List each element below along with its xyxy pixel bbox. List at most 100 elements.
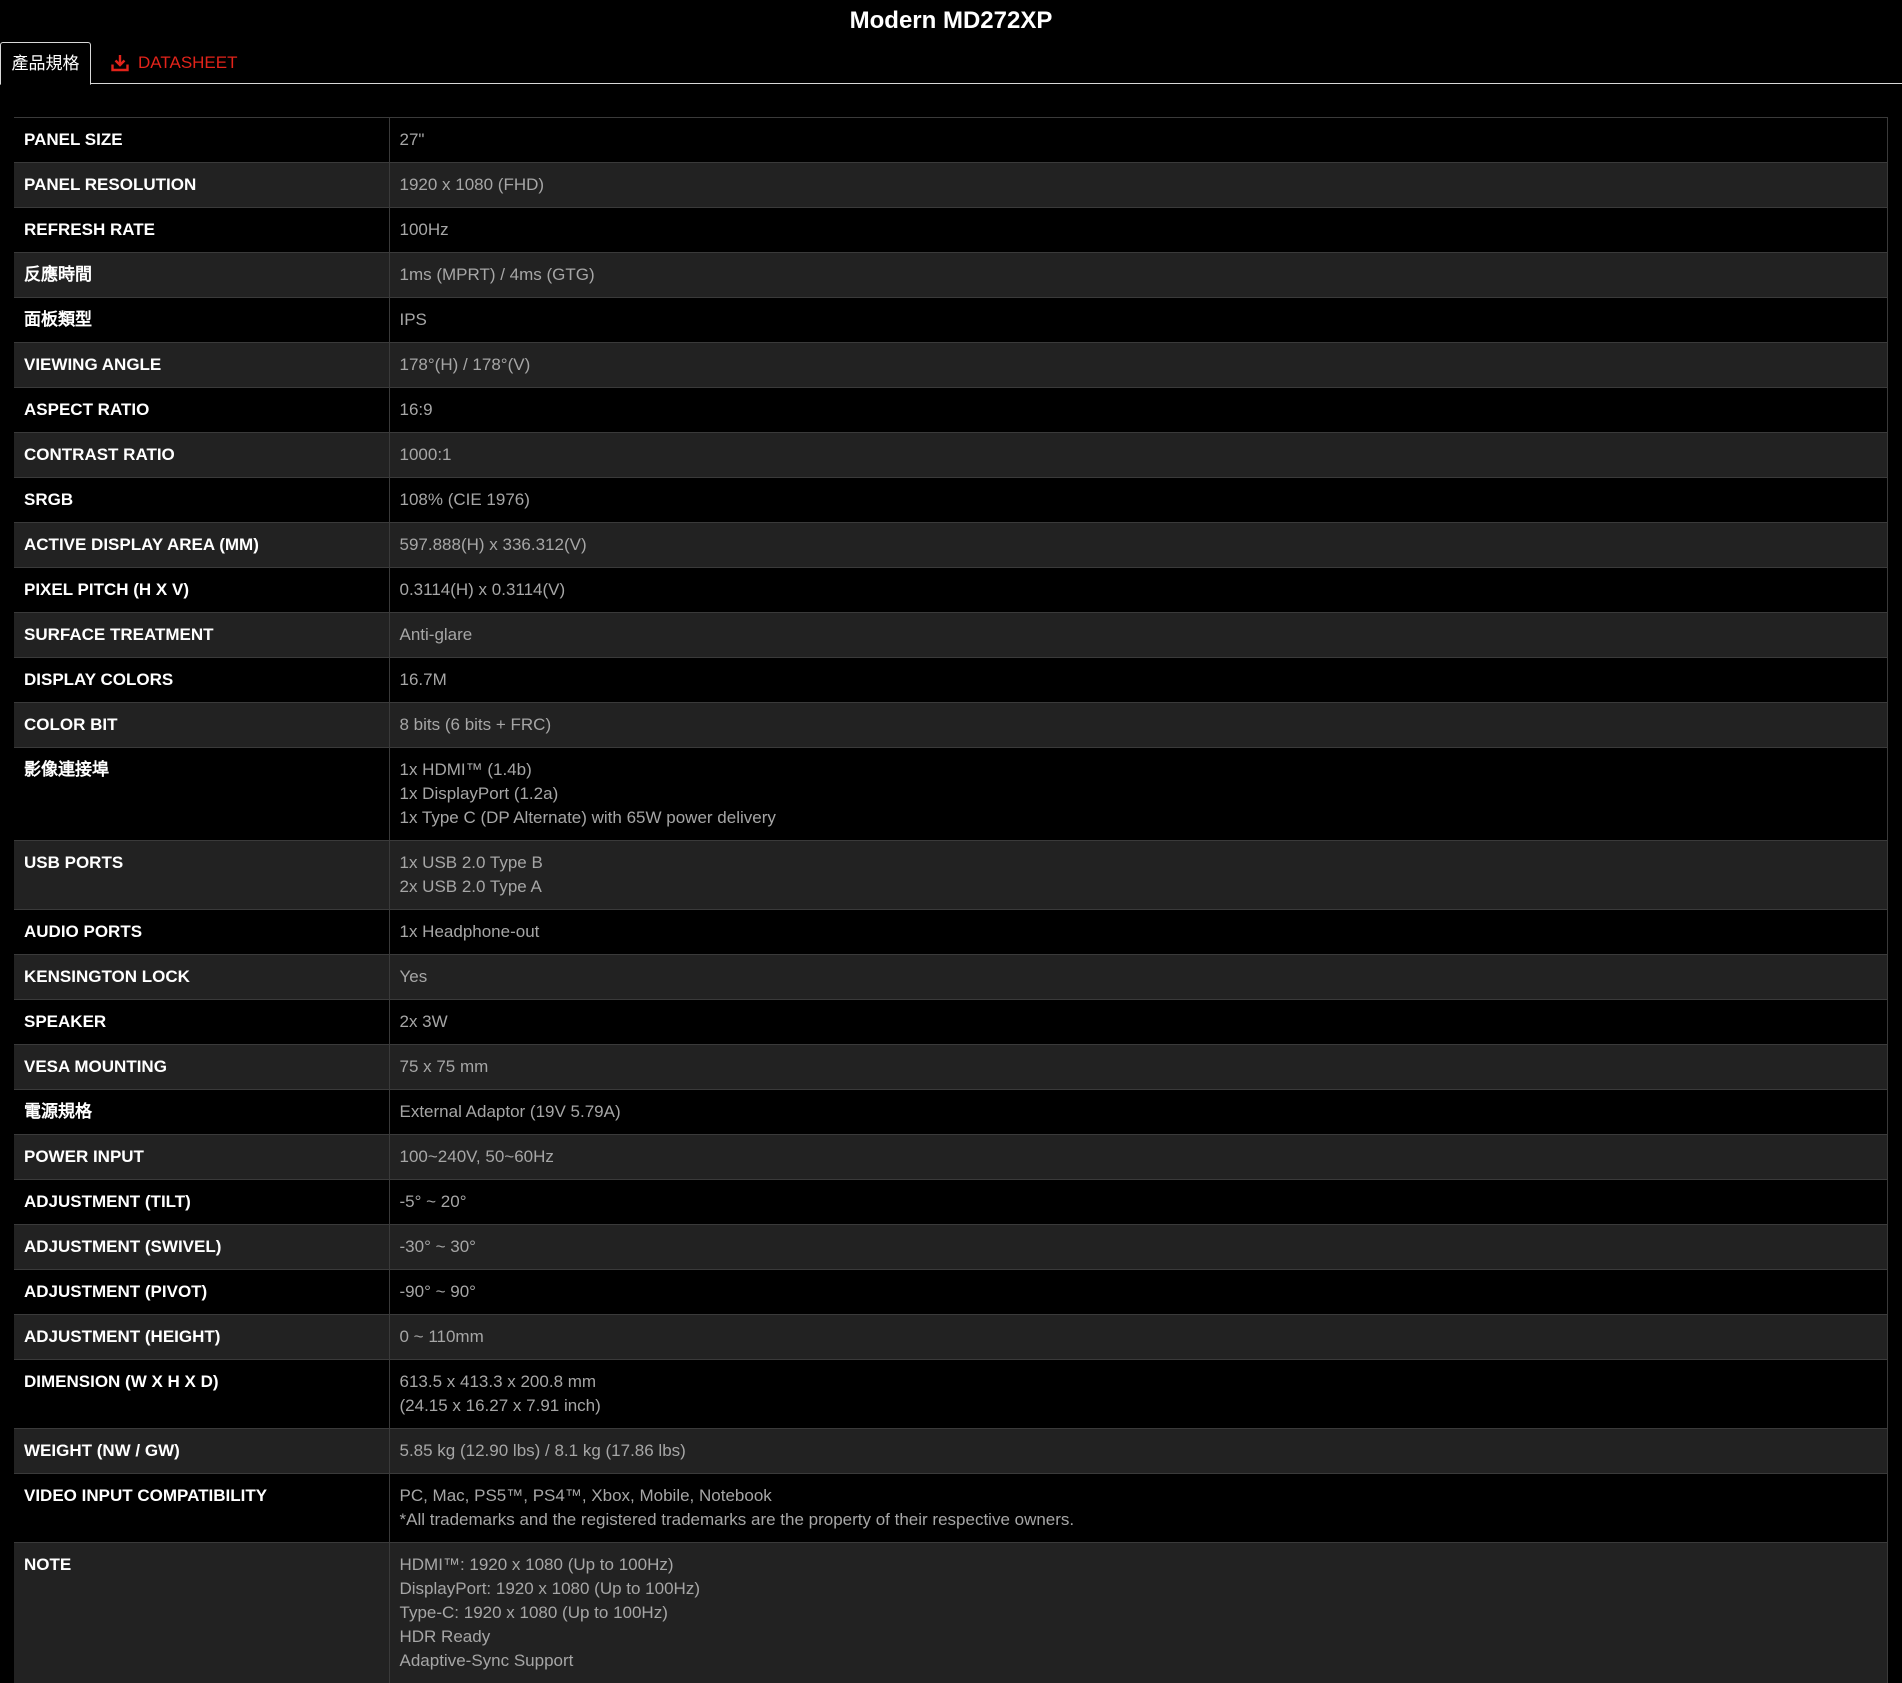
spec-row: POWER INPUT100~240V, 50~60Hz	[14, 1135, 1888, 1180]
spec-value-line: 8 bits (6 bits + FRC)	[400, 713, 1878, 737]
spec-value-line: 597.888(H) x 336.312(V)	[400, 533, 1878, 557]
spec-value-line: 1x Headphone-out	[400, 920, 1878, 944]
spec-label: COLOR BIT	[14, 703, 389, 748]
spec-label: ADJUSTMENT (HEIGHT)	[14, 1315, 389, 1360]
spec-row: USB PORTS1x USB 2.0 Type B2x USB 2.0 Typ…	[14, 841, 1888, 910]
spec-label: VIEWING ANGLE	[14, 343, 389, 388]
spec-value-line: Yes	[400, 965, 1878, 989]
spec-row: KENSINGTON LOCK Yes	[14, 955, 1888, 1000]
tab-datasheet-label: DATASHEET	[138, 42, 238, 84]
spec-row: VESA MOUNTING75 x 75 mm	[14, 1045, 1888, 1090]
spec-row: NOTEHDMI™: 1920 x 1080 (Up to 100Hz)Disp…	[14, 1543, 1888, 1683]
spec-row: SURFACE TREATMENT Anti-glare	[14, 613, 1888, 658]
spec-value-line: 100Hz	[400, 218, 1878, 242]
page-title: Modern MD272XP	[0, 6, 1902, 36]
spec-label: AUDIO PORTS	[14, 910, 389, 955]
spec-label: PANEL SIZE	[14, 118, 389, 163]
spec-label: VESA MOUNTING	[14, 1045, 389, 1090]
spec-label: ACTIVE DISPLAY AREA (MM)	[14, 523, 389, 568]
spec-label: NOTE	[14, 1543, 389, 1683]
spec-row: COLOR BIT 8 bits (6 bits + FRC)	[14, 703, 1888, 748]
spec-value-line: 0.3114(H) x 0.3114(V)	[400, 578, 1878, 602]
spec-label: ADJUSTMENT (SWIVEL)	[14, 1225, 389, 1270]
spec-value-line: External Adaptor (19V 5.79A)	[400, 1100, 1878, 1124]
spec-value: 0.3114(H) x 0.3114(V)	[389, 568, 1888, 613]
spec-row: WEIGHT (NW / GW)5.85 kg (12.90 lbs) / 8.…	[14, 1429, 1888, 1474]
spec-value-line: HDMI™: 1920 x 1080 (Up to 100Hz)	[400, 1553, 1878, 1577]
spec-label: ADJUSTMENT (PIVOT)	[14, 1270, 389, 1315]
spec-value: 178°(H) / 178°(V)	[389, 343, 1888, 388]
spec-value-line: Adaptive-Sync Support	[400, 1649, 1878, 1673]
spec-value: 108% (CIE 1976)	[389, 478, 1888, 523]
spec-value-line: -90° ~ 90°	[400, 1280, 1878, 1304]
spec-value: 0 ~ 110mm	[389, 1315, 1888, 1360]
spec-value-line: 16:9	[400, 398, 1878, 422]
spec-label: ASPECT RATIO	[14, 388, 389, 433]
spec-value-line: 1x Type C (DP Alternate) with 65W power …	[400, 806, 1878, 830]
spec-row: ADJUSTMENT (SWIVEL) -30° ~ 30°	[14, 1225, 1888, 1270]
spec-label: ADJUSTMENT (TILT)	[14, 1180, 389, 1225]
spec-label: WEIGHT (NW / GW)	[14, 1429, 389, 1474]
spec-row: 反應時間1ms (MPRT) / 4ms (GTG)	[14, 253, 1888, 298]
spec-value-line: 1ms (MPRT) / 4ms (GTG)	[400, 263, 1878, 287]
spec-label: PANEL RESOLUTION	[14, 163, 389, 208]
spec-label: POWER INPUT	[14, 1135, 389, 1180]
spec-table: PANEL SIZE 27" PANEL RESOLUTION 1920 x 1080…	[14, 117, 1888, 1683]
spec-row: AUDIO PORTS 1x Headphone-out	[14, 910, 1888, 955]
spec-value-line: 1x DisplayPort (1.2a)	[400, 782, 1878, 806]
spec-label: KENSINGTON LOCK	[14, 955, 389, 1000]
spec-value-line: -5° ~ 20°	[400, 1190, 1878, 1214]
spec-row: ADJUSTMENT (PIVOT) -90° ~ 90°	[14, 1270, 1888, 1315]
spec-row: DISPLAY COLORS 16.7M	[14, 658, 1888, 703]
spec-row: ADJUSTMENT (HEIGHT)0 ~ 110mm	[14, 1315, 1888, 1360]
spec-value-line: 2x USB 2.0 Type A	[400, 875, 1878, 899]
spec-value-line: 1920 x 1080 (FHD)	[400, 173, 1878, 197]
spec-row: 影像連接埠1x HDMI™ (1.4b)1x DisplayPort (1.2a…	[14, 748, 1888, 841]
spec-value: 1ms (MPRT) / 4ms (GTG)	[389, 253, 1888, 298]
spec-row: ASPECT RATIO 16:9	[14, 388, 1888, 433]
download-icon	[110, 53, 130, 73]
spec-value: 5.85 kg (12.90 lbs) / 8.1 kg (17.86 lbs)	[389, 1429, 1888, 1474]
spec-label: DISPLAY COLORS	[14, 658, 389, 703]
spec-row: PANEL RESOLUTION 1920 x 1080 (FHD)	[14, 163, 1888, 208]
spec-value-line: 16.7M	[400, 668, 1878, 692]
tab-specifications[interactable]: 產品規格	[0, 42, 91, 85]
spec-label: PIXEL PITCH (H X V)	[14, 568, 389, 613]
spec-row: ACTIVE DISPLAY AREA (MM) 597.888(H) x 336…	[14, 523, 1888, 568]
spec-value: -5° ~ 20°	[389, 1180, 1888, 1225]
spec-value: External Adaptor (19V 5.79A)	[389, 1090, 1888, 1135]
spec-value-line: -30° ~ 30°	[400, 1235, 1878, 1259]
spec-value-line: 27"	[400, 128, 1878, 152]
spec-value: IPS	[389, 298, 1888, 343]
spec-row: REFRESH RATE 100Hz	[14, 208, 1888, 253]
tab-datasheet[interactable]: DATASHEET	[110, 42, 240, 84]
spec-label: REFRESH RATE	[14, 208, 389, 253]
spec-value: -90° ~ 90°	[389, 1270, 1888, 1315]
spec-label: CONTRAST RATIO	[14, 433, 389, 478]
spec-value-line: Anti-glare	[400, 623, 1878, 647]
spec-value-line: IPS	[400, 308, 1878, 332]
spec-label: SURFACE TREATMENT	[14, 613, 389, 658]
spec-row: CONTRAST RATIO 1000:1	[14, 433, 1888, 478]
spec-row: 電源規格External Adaptor (19V 5.79A)	[14, 1090, 1888, 1135]
spec-row: SRGB108% (CIE 1976)	[14, 478, 1888, 523]
tab-bar: 產品規格 DATASHEET	[0, 42, 1902, 84]
spec-value-line: 108% (CIE 1976)	[400, 488, 1878, 512]
spec-row: PIXEL PITCH (H X V) 0.3114(H) x 0.3114(V)	[14, 568, 1888, 613]
spec-value: Anti-glare	[389, 613, 1888, 658]
spec-value: 613.5 x 413.3 x 200.8 mm(24.15 x 16.27 x…	[389, 1360, 1888, 1429]
spec-value-line: 1000:1	[400, 443, 1878, 467]
spec-row: VIDEO INPUT COMPATIBILITYPC, Mac, PS5™, …	[14, 1474, 1888, 1543]
spec-value-line: *All trademarks and the registered trade…	[400, 1508, 1878, 1532]
spec-value: 75 x 75 mm	[389, 1045, 1888, 1090]
spec-value: 8 bits (6 bits + FRC)	[389, 703, 1888, 748]
spec-value-line: (24.15 x 16.27 x 7.91 inch)	[400, 1394, 1878, 1418]
spec-label: 面板類型	[14, 298, 389, 343]
spec-value: 597.888(H) x 336.312(V)	[389, 523, 1888, 568]
spec-row: DIMENSION (W X H X D)613.5 x 413.3 x 200…	[14, 1360, 1888, 1429]
spec-value-line: 1x HDMI™ (1.4b)	[400, 758, 1878, 782]
spec-value-line: 2x 3W	[400, 1010, 1878, 1034]
spec-value-line: PC, Mac, PS5™, PS4™, Xbox, Mobile, Noteb…	[400, 1484, 1878, 1508]
spec-value-line: 1x USB 2.0 Type B	[400, 851, 1878, 875]
spec-value: 16:9	[389, 388, 1888, 433]
